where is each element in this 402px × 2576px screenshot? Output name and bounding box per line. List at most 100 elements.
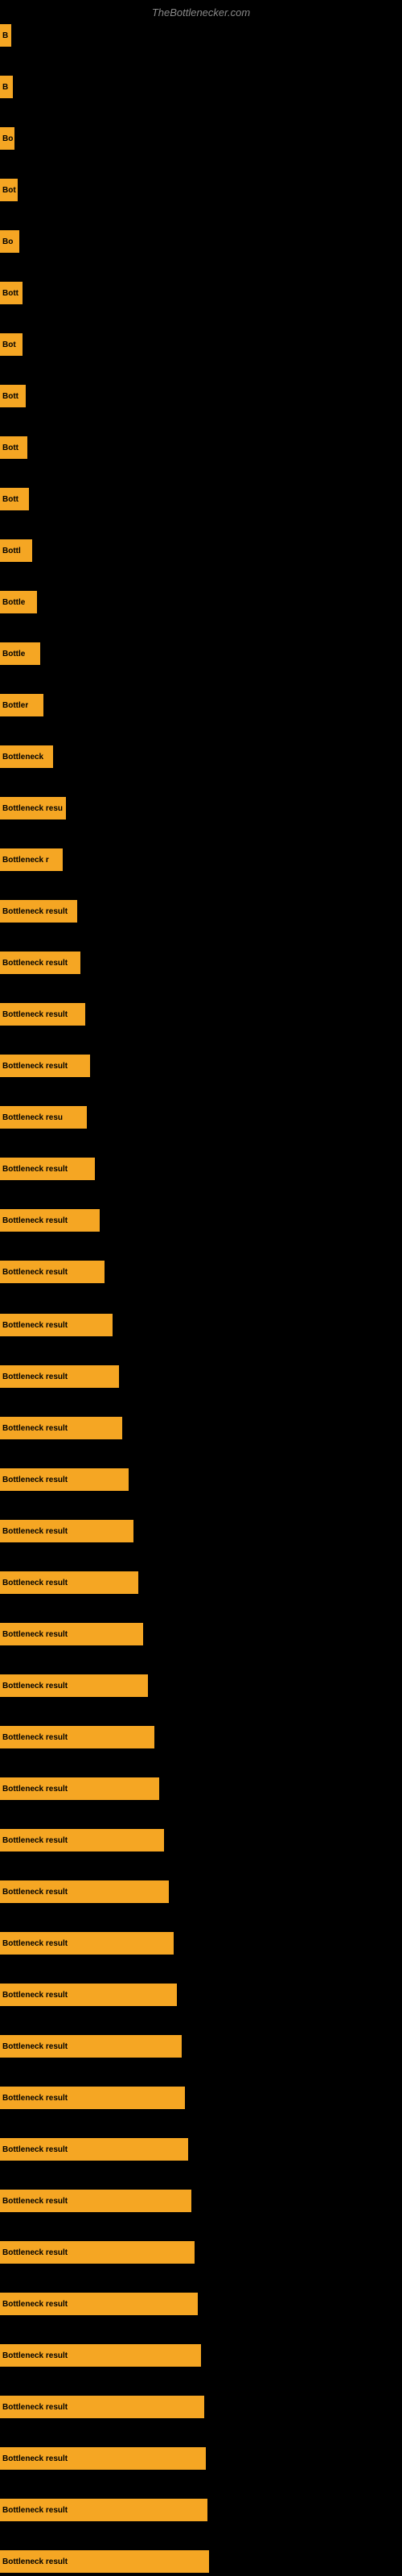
bottleneck-bar: Bottleneck result [0, 1520, 133, 1542]
bar-item: Bottl [0, 539, 32, 562]
bar-label: Bott [2, 289, 18, 298]
bar-item: Bottleneck result [0, 1158, 95, 1180]
bar-label: Bottleneck result [2, 1424, 68, 1433]
bar-label: Bo [2, 134, 13, 143]
bar-label: Bo [2, 237, 13, 246]
bar-label: Bottleneck result [2, 2506, 68, 2515]
bar-label: Bottleneck result [2, 959, 68, 968]
bar-label: Bottleneck result [2, 1321, 68, 1330]
bar-label: Bottleneck r [2, 856, 49, 865]
bottleneck-bar: Bottleneck result [0, 952, 80, 974]
bottleneck-bar: Bottleneck result [0, 1777, 159, 1800]
bar-item: Bottleneck result [0, 1932, 174, 1955]
bar-item: Bott [0, 436, 27, 459]
bar-label: Bottleneck result [2, 1836, 68, 1845]
bar-label: Bottleneck result [2, 1682, 68, 1690]
bar-item: Bottleneck result [0, 1880, 169, 1903]
bar-item: Bo [0, 127, 14, 150]
bar-item: Bottleneck result [0, 2087, 185, 2109]
bar-item: Bottleneck result [0, 2550, 209, 2573]
bar-label: Bottleneck result [2, 1476, 68, 1484]
bar-label: Bottleneck result [2, 2557, 68, 2566]
bar-label: Bottleneck result [2, 1630, 68, 1639]
bar-label: Bot [2, 186, 16, 195]
bottleneck-bar: Bottleneck result [0, 2344, 201, 2367]
bar-item: Bottleneck result [0, 1417, 122, 1439]
bottleneck-bar: Bottleneck result [0, 1055, 90, 1077]
bar-label: B [2, 31, 8, 40]
bar-label: Bottleneck result [2, 1010, 68, 1019]
bar-item: Bottle [0, 591, 37, 613]
bar-label: Bottleneck result [2, 2403, 68, 2412]
bottleneck-bar: Bo [0, 230, 19, 253]
bar-item: Bottleneck result [0, 2344, 201, 2367]
bottleneck-bar: Bott [0, 385, 26, 407]
bottleneck-bar: Bottleneck result [0, 1003, 85, 1026]
bar-label: Bottleneck result [2, 1733, 68, 1742]
bottleneck-bar: Bottleneck resu [0, 1106, 87, 1129]
bottleneck-bar: Bottleneck result [0, 1623, 143, 1645]
bar-item: Bottleneck result [0, 1055, 90, 1077]
bar-label: Bottleneck result [2, 1165, 68, 1174]
bar-item: Bottleneck result [0, 1623, 143, 1645]
bar-item: Bottleneck result [0, 1314, 113, 1336]
bar-item: Bottleneck result [0, 2138, 188, 2161]
bar-item: Bot [0, 333, 23, 356]
bottleneck-bar: Bott [0, 436, 27, 459]
bar-item: Bottle [0, 642, 40, 665]
bar-label: Bottleneck resu [2, 1113, 63, 1122]
bar-item: Bottleneck result [0, 952, 80, 974]
bottleneck-bar: Bottleneck [0, 745, 53, 768]
bottleneck-bar: Bottleneck result [0, 2241, 195, 2264]
bar-label: Bottleneck result [2, 2042, 68, 2051]
bar-label: Bottleneck [2, 753, 43, 762]
bar-item: Bottleneck resu [0, 1106, 87, 1129]
bottleneck-bar: Bottleneck result [0, 1468, 129, 1491]
bar-item: Bottleneck result [0, 2035, 182, 2058]
bar-label: Bott [2, 444, 18, 452]
bar-item: Bottleneck result [0, 1777, 159, 1800]
bottleneck-bar: Bottleneck result [0, 1158, 95, 1180]
bar-item: Bottleneck resu [0, 797, 66, 819]
bar-label: Bottle [2, 650, 25, 658]
bottleneck-bar: Bo [0, 127, 14, 150]
bottleneck-bar: Bottleneck result [0, 2396, 204, 2418]
bar-label: Bottleneck result [2, 2454, 68, 2463]
bar-item: Bottleneck result [0, 1365, 119, 1388]
bar-item: Bottleneck result [0, 1261, 105, 1283]
bottleneck-bar: Bot [0, 333, 23, 356]
bar-item: Bottleneck result [0, 1829, 164, 1852]
bottleneck-bar: Bottler [0, 694, 43, 716]
bar-item: B [0, 76, 13, 98]
bar-label: Bottleneck result [2, 2197, 68, 2206]
bar-item: Bott [0, 282, 23, 304]
bar-label: Bottleneck result [2, 1991, 68, 2000]
bar-label: Bottleneck result [2, 1888, 68, 1897]
bar-label: Bot [2, 341, 16, 349]
bar-label: Bottleneck result [2, 1579, 68, 1587]
bar-label: Bottleneck result [2, 2300, 68, 2309]
bar-label: Bottleneck result [2, 1062, 68, 1071]
bottleneck-bar: Bottl [0, 539, 32, 562]
bar-item: Bott [0, 385, 26, 407]
bottleneck-bar: Bottleneck result [0, 900, 77, 923]
site-title: TheBottlenecker.com [0, 6, 402, 19]
bar-item: Bottleneck result [0, 1674, 148, 1697]
bar-label: Bottl [2, 547, 21, 555]
bar-item: Bottleneck result [0, 1520, 133, 1542]
bar-label: Bottleneck result [2, 1785, 68, 1794]
bottleneck-bar: Bott [0, 282, 23, 304]
bottleneck-bar: Bottleneck result [0, 1417, 122, 1439]
bar-label: Bottleneck result [2, 1527, 68, 1536]
bottleneck-bar: Bot [0, 179, 18, 201]
bottleneck-bar: Bottleneck result [0, 2447, 206, 2470]
bar-label: B [2, 83, 8, 92]
bar-item: B [0, 24, 11, 47]
bar-item: Bottleneck result [0, 2241, 195, 2264]
bottleneck-bar: Bottleneck result [0, 2138, 188, 2161]
bar-item: Bo [0, 230, 19, 253]
bar-item: Bottleneck [0, 745, 53, 768]
bottleneck-bar: Bottleneck result [0, 1880, 169, 1903]
bottleneck-bar: Bottleneck result [0, 1209, 100, 1232]
bottleneck-bar: B [0, 76, 13, 98]
